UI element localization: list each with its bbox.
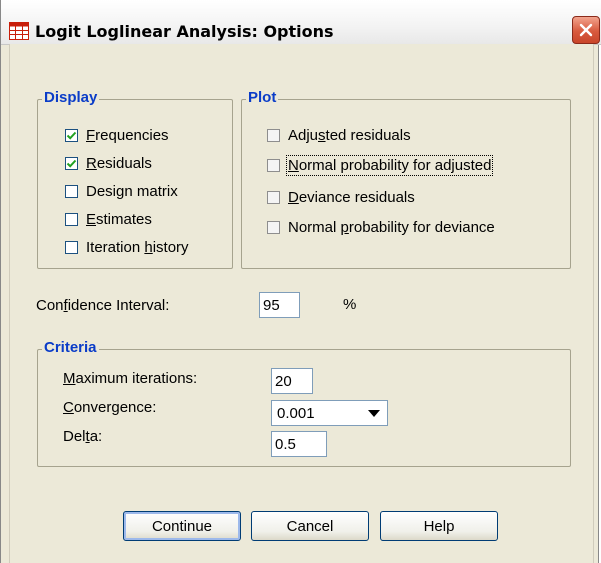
plot-group-label: Plot [246, 89, 279, 106]
normal-prob-deviance-label: Normal probability for deviance [288, 218, 495, 236]
window-title: Logit Loglinear Analysis: Options [35, 22, 334, 41]
display-group-label: Display [42, 89, 100, 106]
cancel-button[interactable]: Cancel [251, 511, 369, 541]
design-matrix-checkbox[interactable]: Design matrix [65, 180, 178, 202]
convergence-value: 0.001 [277, 405, 315, 422]
chevron-down-icon[interactable] [368, 410, 380, 417]
checkbox-box [65, 128, 78, 142]
normal-prob-adjusted-checkbox[interactable]: Normal probability for adjusted [267, 154, 494, 176]
residuals-checkbox[interactable]: Residuals [65, 152, 152, 174]
estimates-checkbox[interactable]: Estimates [65, 208, 152, 230]
checkbox-box [65, 184, 78, 198]
max-iterations-label: Maximum iterations: [63, 370, 198, 387]
estimates-label: Estimates [86, 210, 152, 228]
criteria-group: Criteria Maximum iterations: 20 Converge… [37, 339, 571, 467]
frequencies-label: Frequencies [86, 126, 169, 144]
checkbox-box [267, 158, 280, 172]
continue-button[interactable]: Continue [123, 511, 241, 541]
design-matrix-label: Design matrix [86, 182, 178, 200]
close-button[interactable] [572, 16, 600, 44]
table-icon [9, 22, 29, 40]
convergence-label: Convergence: [63, 399, 157, 416]
normal-prob-adjusted-label: Normal probability for adjusted [285, 154, 494, 176]
adjusted-residuals-checkbox[interactable]: Adjusted residuals [267, 124, 411, 146]
criteria-group-label: Criteria [42, 339, 99, 356]
deviance-residuals-checkbox[interactable]: Deviance residuals [267, 186, 415, 208]
delta-label: Delta: [63, 428, 103, 445]
title-bar[interactable]: Logit Loglinear Analysis: Options [1, 0, 601, 45]
delta-input[interactable]: 0.5 [271, 431, 327, 457]
checkbox-box [65, 240, 78, 254]
max-iterations-input[interactable]: 20 [271, 368, 313, 394]
options-dialog: Logit Loglinear Analysis: Options Displa… [0, 0, 601, 563]
help-button[interactable]: Help [380, 511, 498, 541]
checkbox-box [65, 212, 78, 226]
deviance-residuals-label: Deviance residuals [288, 188, 415, 206]
frequencies-checkbox[interactable]: Frequencies [65, 124, 169, 146]
confidence-interval-input[interactable]: 95 [259, 292, 300, 318]
convergence-select[interactable]: 0.001 [271, 400, 388, 426]
confidence-interval-label: Confidence Interval: [36, 297, 170, 314]
checkbox-box [65, 156, 78, 170]
normal-prob-deviance-checkbox[interactable]: Normal probability for deviance [267, 216, 495, 238]
adjusted-residuals-label: Adjusted residuals [288, 126, 411, 144]
close-icon [578, 22, 594, 38]
plot-group: Plot Adjusted residuals Normal probabili… [241, 89, 571, 269]
percent-label: % [343, 296, 357, 313]
checkbox-box [267, 128, 280, 142]
iteration-history-label: Iteration history [86, 238, 189, 256]
residuals-label: Residuals [86, 154, 152, 172]
iteration-history-checkbox[interactable]: Iteration history [65, 236, 189, 258]
dialog-body: Display Frequencies Residuals Design mat… [9, 44, 594, 563]
display-group: Display Frequencies Residuals Design mat… [37, 89, 233, 269]
checkbox-box [267, 220, 280, 234]
checkbox-box [267, 190, 280, 204]
